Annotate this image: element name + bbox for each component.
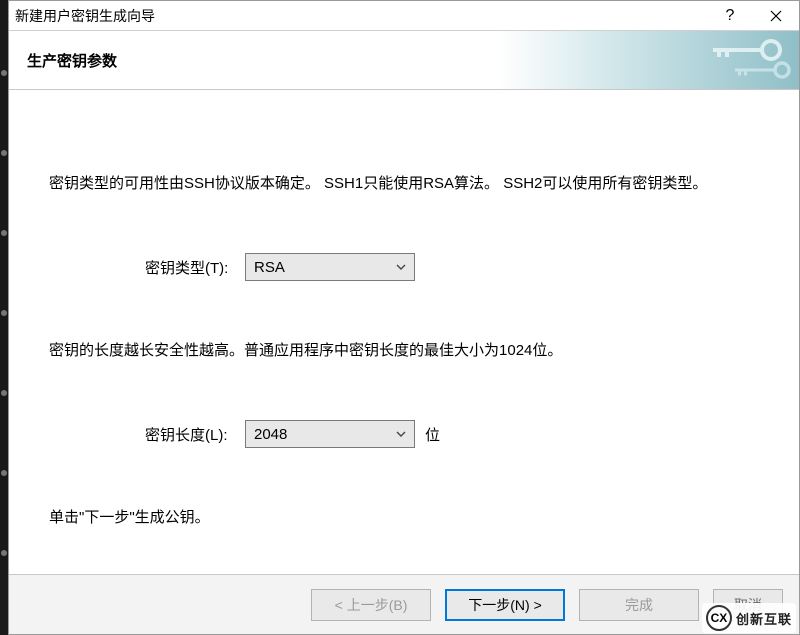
wizard-content: 密钥类型的可用性由SSH协议版本确定。 SSH1只能使用RSA算法。 SSH2可… xyxy=(9,90,799,574)
key-icon xyxy=(735,61,791,79)
key-icon xyxy=(713,39,783,61)
window-title: 新建用户密钥生成向导 xyxy=(15,6,707,26)
outside-window-edge xyxy=(0,0,8,635)
key-type-value: RSA xyxy=(254,259,285,276)
wizard-banner: 生产密钥参数 xyxy=(9,31,799,89)
watermark-badge: CX xyxy=(706,605,732,631)
key-length-row: 密钥长度(L): 2048 位 xyxy=(49,420,759,448)
key-type-label: 密钥类型(T): xyxy=(145,257,245,278)
titlebar: 新建用户密钥生成向导 ? xyxy=(9,1,799,31)
close-button[interactable] xyxy=(753,1,799,31)
chevron-down-icon xyxy=(396,429,406,439)
key-length-description: 密钥的长度越长安全性越高。普通应用程序中密钥长度的最佳大小为1024位。 xyxy=(49,337,759,364)
key-length-unit: 位 xyxy=(425,424,440,445)
key-type-select[interactable]: RSA xyxy=(245,253,415,281)
watermark-text: 创新互联 xyxy=(736,609,792,628)
key-length-value: 2048 xyxy=(254,426,287,443)
key-type-row: 密钥类型(T): RSA xyxy=(49,253,759,281)
back-button[interactable]: < 上一步(B) xyxy=(311,589,431,621)
next-step-hint: 单击"下一步"生成公钥。 xyxy=(49,504,759,531)
banner-decoration xyxy=(499,31,799,89)
help-icon: ? xyxy=(726,7,735,25)
watermark: CX 创新互联 xyxy=(702,603,796,633)
key-length-label: 密钥长度(L): xyxy=(145,424,245,445)
finish-button[interactable]: 完成 xyxy=(579,589,699,621)
wizard-window: 新建用户密钥生成向导 ? 生产密钥参数 密钥类型 xyxy=(8,0,800,635)
key-type-description: 密钥类型的可用性由SSH协议版本确定。 SSH1只能使用RSA算法。 SSH2可… xyxy=(49,170,759,197)
wizard-footer: < 上一步(B) 下一步(N) > 完成 取消 xyxy=(9,574,799,634)
key-length-select[interactable]: 2048 xyxy=(245,420,415,448)
close-icon xyxy=(770,10,782,22)
chevron-down-icon xyxy=(396,262,406,272)
banner-heading: 生产密钥参数 xyxy=(27,50,117,71)
help-button[interactable]: ? xyxy=(707,1,753,31)
next-button[interactable]: 下一步(N) > xyxy=(445,589,565,621)
